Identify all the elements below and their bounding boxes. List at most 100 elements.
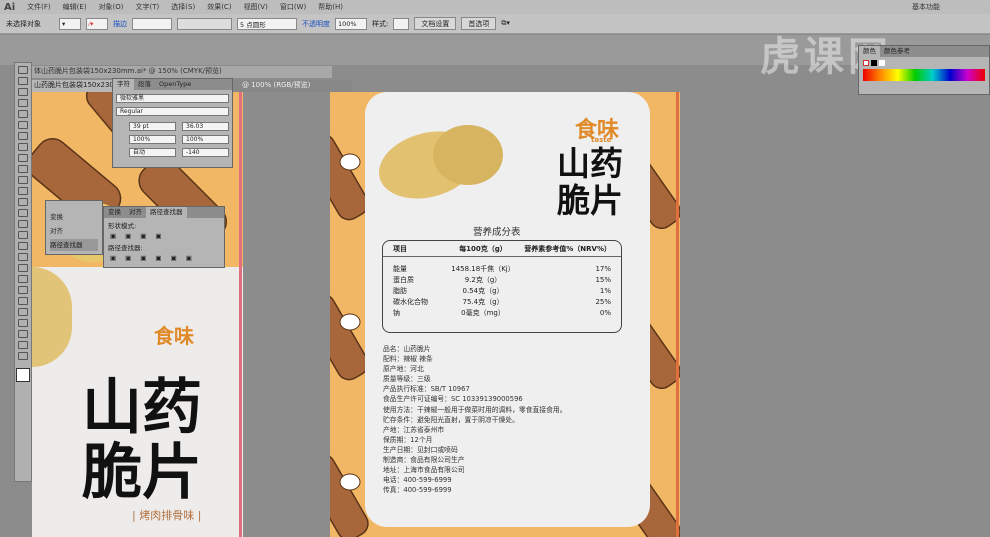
leading-input[interactable]: 36.03 <box>182 122 229 131</box>
rectangle-tool-icon[interactable] <box>18 143 28 151</box>
stroke-swatch[interactable]: ⁄▾ <box>86 17 108 30</box>
none-swatch[interactable] <box>863 60 869 66</box>
horizontal-scale-input[interactable]: 100% <box>182 135 229 144</box>
menu-file[interactable]: 文件(F) <box>27 2 51 12</box>
scale-tool-icon[interactable] <box>18 198 28 206</box>
dock-transform[interactable]: 变换 <box>50 211 98 225</box>
width-tool-icon[interactable] <box>18 209 28 217</box>
menu-select[interactable]: 选择(S) <box>171 2 195 12</box>
tab-pathfinder[interactable]: 路径查找器 <box>146 207 187 218</box>
tab-paragraph[interactable]: 段落 <box>134 79 155 90</box>
dock-align[interactable]: 对齐 <box>50 225 98 239</box>
preferences-button[interactable]: 首选项 <box>461 17 497 30</box>
product-title-line2: 脆片 <box>82 438 202 508</box>
type-tool-icon[interactable] <box>18 121 28 129</box>
tab-opentype[interactable]: OpenType <box>155 79 195 90</box>
tab-color[interactable]: 颜色 <box>859 46 880 57</box>
pen-tool-icon[interactable] <box>18 110 28 118</box>
menu-window[interactable]: 窗口(W) <box>280 2 306 12</box>
shape-builder-icon[interactable] <box>18 231 28 239</box>
pencil-tool-icon[interactable] <box>18 165 28 173</box>
mesh-tool-icon[interactable] <box>18 253 28 261</box>
style-select[interactable] <box>393 17 410 30</box>
tracking-input[interactable]: -140 <box>182 148 229 157</box>
document-tab-active[interactable]: 体山药脆片包装袋150x230mm.ai* @ 150% (CMYK/预览) <box>32 66 332 78</box>
workspace-switcher[interactable]: 基本功能 <box>912 2 940 12</box>
menu-object[interactable]: 对象(O) <box>99 2 124 12</box>
line-tool-icon[interactable] <box>18 132 28 140</box>
color-panel: 颜色 颜色参考 <box>858 45 990 95</box>
table-row: 钠 0毫克（mg） 0% <box>383 307 621 318</box>
document-tab-2[interactable]: @ 100% (RGB/预览) <box>232 80 352 92</box>
flavor-label: | 烤肉排骨味 | <box>132 509 202 522</box>
tab-transform[interactable]: 变换 <box>104 207 125 218</box>
selection-tool-icon[interactable] <box>18 66 28 74</box>
font-family-select[interactable]: 微软雅黑 <box>116 94 229 103</box>
blend-tool-icon[interactable] <box>18 286 28 294</box>
brush-select[interactable]: 5 点圆形 <box>237 17 297 30</box>
eyedropper-icon[interactable] <box>18 275 28 283</box>
shape-modes-label: 形状模式: <box>108 222 137 230</box>
artboard-tool-icon[interactable] <box>18 319 28 327</box>
tab-align[interactable]: 对齐 <box>125 207 146 218</box>
kerning-input[interactable]: 自动 <box>129 148 176 157</box>
font-size-input[interactable]: 39 pt <box>129 122 176 131</box>
symbol-sprayer-icon[interactable] <box>18 297 28 305</box>
cell: 1% <box>599 286 611 295</box>
panel-dock: 变换 对齐 路径查找器 <box>45 200 103 255</box>
cell: 17% <box>595 264 611 273</box>
table-row: 碳水化合物 75.4克（g） 25% <box>383 296 621 307</box>
font-style-select[interactable]: Regular <box>116 107 229 116</box>
black-swatch[interactable] <box>871 60 877 66</box>
tab-color-guide[interactable]: 颜色参考 <box>880 46 914 57</box>
tab-character[interactable]: 字符 <box>113 79 134 90</box>
cell: 钠 <box>393 308 400 317</box>
opacity-input[interactable]: 100% <box>335 17 367 30</box>
menu-help[interactable]: 帮助(H) <box>318 2 343 12</box>
white-swatch[interactable] <box>879 60 885 66</box>
opacity-label[interactable]: 不透明度 <box>302 19 330 29</box>
rotate-tool-icon[interactable] <box>18 187 28 195</box>
cell: 碳水化合物 <box>393 297 428 306</box>
zoom-tool-icon[interactable] <box>18 352 28 360</box>
graph-tool-icon[interactable] <box>18 308 28 316</box>
table-row: 脂肪 0.54克（g） 1% <box>383 285 621 296</box>
menu-edit[interactable]: 编辑(E) <box>63 2 87 12</box>
perspective-icon[interactable] <box>18 242 28 250</box>
direct-select-tool-icon[interactable] <box>18 77 28 85</box>
info-line: 产品执行标准：SB/T 10967 <box>383 385 470 394</box>
header-nrv: 营养素参考值%（NRV%） <box>524 244 611 253</box>
color-spectrum[interactable] <box>863 69 985 81</box>
document-setup-button[interactable]: 文档设置 <box>414 17 457 30</box>
style-label: 样式: <box>372 19 389 28</box>
menu-type[interactable]: 文字(T) <box>136 2 160 12</box>
fill-stroke-icon[interactable] <box>16 368 30 382</box>
magic-wand-icon[interactable] <box>18 88 28 96</box>
pathfinder-buttons[interactable]: ▣▣▣▣▣▣ <box>104 254 224 262</box>
cell: 脂肪 <box>393 286 407 295</box>
pathfinder-panel: 变换 对齐 路径查找器 形状模式: ▣▣▣▣ 路径查找器: ▣▣▣▣▣▣ <box>103 206 225 268</box>
bleed-guide <box>239 92 242 537</box>
stroke-weight-input[interactable] <box>132 17 172 30</box>
hand-tool-icon[interactable] <box>18 341 28 349</box>
dock-pathfinder[interactable]: 路径查找器 <box>50 239 98 251</box>
brush-tool-icon[interactable] <box>18 154 28 162</box>
info-line: 保质期：12个月 <box>383 435 433 444</box>
free-transform-icon[interactable] <box>18 220 28 228</box>
variable-width-select[interactable] <box>177 17 232 30</box>
shape-mode-buttons[interactable]: ▣▣▣▣ <box>104 232 224 240</box>
arrange-icon[interactable]: ⧉▾ <box>501 19 510 28</box>
cell: 蛋白质 <box>393 275 414 284</box>
info-line: 配料：辣椒 辣条 <box>383 355 433 364</box>
eraser-tool-icon[interactable] <box>18 176 28 184</box>
product-title-line1: 山药 <box>82 373 202 443</box>
fill-swatch[interactable]: ▾ <box>59 17 81 30</box>
slice-tool-icon[interactable] <box>18 330 28 338</box>
vertical-scale-input[interactable]: 100% <box>129 135 176 144</box>
menu-effect[interactable]: 效果(C) <box>207 2 231 12</box>
lasso-icon[interactable] <box>18 99 28 107</box>
gradient-tool-icon[interactable] <box>18 264 28 272</box>
stroke-label[interactable]: 描边 <box>113 19 127 29</box>
info-line: 原产地：河北 <box>383 365 424 374</box>
menu-view[interactable]: 视图(V) <box>244 2 268 12</box>
